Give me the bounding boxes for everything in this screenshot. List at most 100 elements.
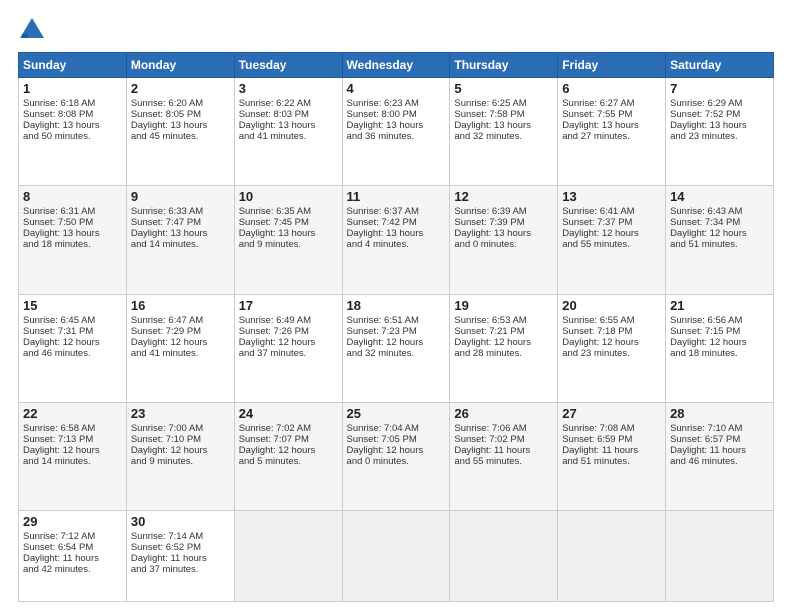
- calendar-cell: 26Sunrise: 7:06 AMSunset: 7:02 PMDayligh…: [450, 402, 558, 510]
- cell-info-line: and 55 minutes.: [562, 239, 661, 250]
- cell-info-line: Sunset: 8:08 PM: [23, 109, 122, 120]
- day-number: 2: [131, 81, 230, 96]
- cell-info-line: Daylight: 12 hours: [347, 337, 446, 348]
- weekday-header: Wednesday: [342, 53, 450, 78]
- cell-info-line: Daylight: 12 hours: [670, 228, 769, 239]
- calendar-table: SundayMondayTuesdayWednesdayThursdayFrid…: [18, 52, 774, 602]
- day-number: 27: [562, 406, 661, 421]
- cell-info-line: Sunrise: 6:39 AM: [454, 206, 553, 217]
- logo: [18, 16, 50, 44]
- weekday-header: Friday: [558, 53, 666, 78]
- cell-info-line: and 37 minutes.: [239, 348, 338, 359]
- cell-info-line: Sunrise: 7:06 AM: [454, 423, 553, 434]
- calendar-cell: 6Sunrise: 6:27 AMSunset: 7:55 PMDaylight…: [558, 78, 666, 186]
- day-number: 15: [23, 298, 122, 313]
- cell-info-line: Sunrise: 7:14 AM: [131, 531, 230, 542]
- day-number: 4: [347, 81, 446, 96]
- cell-info-line: and 37 minutes.: [131, 564, 230, 575]
- cell-info-line: Sunrise: 6:35 AM: [239, 206, 338, 217]
- cell-info-line: Sunset: 7:10 PM: [131, 434, 230, 445]
- calendar-cell: 30Sunrise: 7:14 AMSunset: 6:52 PMDayligh…: [126, 511, 234, 602]
- day-number: 14: [670, 189, 769, 204]
- cell-info-line: Sunrise: 6:43 AM: [670, 206, 769, 217]
- cell-info-line: and 23 minutes.: [670, 131, 769, 142]
- cell-info-line: and 14 minutes.: [131, 239, 230, 250]
- calendar-cell: 1Sunrise: 6:18 AMSunset: 8:08 PMDaylight…: [19, 78, 127, 186]
- calendar-cell: [342, 511, 450, 602]
- cell-info-line: Daylight: 13 hours: [239, 228, 338, 239]
- cell-info-line: Daylight: 13 hours: [454, 120, 553, 131]
- cell-info-line: and 23 minutes.: [562, 348, 661, 359]
- day-number: 18: [347, 298, 446, 313]
- day-number: 1: [23, 81, 122, 96]
- cell-info-line: Sunset: 8:03 PM: [239, 109, 338, 120]
- day-number: 30: [131, 514, 230, 529]
- day-number: 11: [347, 189, 446, 204]
- cell-info-line: Sunset: 7:18 PM: [562, 326, 661, 337]
- day-number: 29: [23, 514, 122, 529]
- day-number: 8: [23, 189, 122, 204]
- cell-info-line: Daylight: 12 hours: [562, 228, 661, 239]
- weekday-header: Saturday: [666, 53, 774, 78]
- cell-info-line: Daylight: 13 hours: [670, 120, 769, 131]
- cell-info-line: Daylight: 12 hours: [23, 445, 122, 456]
- cell-info-line: Daylight: 12 hours: [562, 337, 661, 348]
- calendar-cell: 28Sunrise: 7:10 AMSunset: 6:57 PMDayligh…: [666, 402, 774, 510]
- cell-info-line: Sunset: 6:59 PM: [562, 434, 661, 445]
- cell-info-line: Sunrise: 6:22 AM: [239, 98, 338, 109]
- calendar-cell: 21Sunrise: 6:56 AMSunset: 7:15 PMDayligh…: [666, 294, 774, 402]
- calendar-cell: 19Sunrise: 6:53 AMSunset: 7:21 PMDayligh…: [450, 294, 558, 402]
- logo-icon: [18, 16, 46, 44]
- day-number: 26: [454, 406, 553, 421]
- cell-info-line: Sunset: 6:57 PM: [670, 434, 769, 445]
- cell-info-line: and 28 minutes.: [454, 348, 553, 359]
- cell-info-line: Daylight: 12 hours: [347, 445, 446, 456]
- cell-info-line: and 4 minutes.: [347, 239, 446, 250]
- cell-info-line: Sunset: 7:50 PM: [23, 217, 122, 228]
- weekday-header: Sunday: [19, 53, 127, 78]
- cell-info-line: Daylight: 13 hours: [454, 228, 553, 239]
- cell-info-line: Sunset: 7:42 PM: [347, 217, 446, 228]
- weekday-header: Monday: [126, 53, 234, 78]
- cell-info-line: Daylight: 12 hours: [23, 337, 122, 348]
- calendar-cell: 15Sunrise: 6:45 AMSunset: 7:31 PMDayligh…: [19, 294, 127, 402]
- day-number: 3: [239, 81, 338, 96]
- cell-info-line: Sunset: 7:37 PM: [562, 217, 661, 228]
- cell-info-line: and 5 minutes.: [239, 456, 338, 467]
- calendar-cell: [450, 511, 558, 602]
- cell-info-line: Sunset: 8:00 PM: [347, 109, 446, 120]
- day-number: 12: [454, 189, 553, 204]
- header: [18, 16, 774, 44]
- cell-info-line: Sunrise: 7:00 AM: [131, 423, 230, 434]
- cell-info-line: Sunrise: 6:18 AM: [23, 98, 122, 109]
- day-number: 22: [23, 406, 122, 421]
- calendar-cell: 20Sunrise: 6:55 AMSunset: 7:18 PMDayligh…: [558, 294, 666, 402]
- day-number: 23: [131, 406, 230, 421]
- cell-info-line: and 27 minutes.: [562, 131, 661, 142]
- weekday-header: Thursday: [450, 53, 558, 78]
- day-number: 28: [670, 406, 769, 421]
- weekday-header: Tuesday: [234, 53, 342, 78]
- cell-info-line: and 45 minutes.: [131, 131, 230, 142]
- calendar-cell: 4Sunrise: 6:23 AMSunset: 8:00 PMDaylight…: [342, 78, 450, 186]
- cell-info-line: Daylight: 13 hours: [347, 120, 446, 131]
- cell-info-line: Daylight: 11 hours: [670, 445, 769, 456]
- calendar-cell: 3 Sunrise: 6:22 AMSunset: 8:03 PMDaylight…: [234, 78, 342, 186]
- calendar-cell: 13Sunrise: 6:41 AMSunset: 7:37 PMDayligh…: [558, 186, 666, 294]
- calendar-cell: 14Sunrise: 6:43 AMSunset: 7:34 PMDayligh…: [666, 186, 774, 294]
- calendar-cell: [666, 511, 774, 602]
- cell-info-line: and 50 minutes.: [23, 131, 122, 142]
- cell-info-line: Sunrise: 6:49 AM: [239, 315, 338, 326]
- cell-info-line: Daylight: 13 hours: [23, 228, 122, 239]
- cell-info-line: Daylight: 13 hours: [131, 120, 230, 131]
- cell-info-line: Sunrise: 6:33 AM: [131, 206, 230, 217]
- cell-info-line: and 9 minutes.: [239, 239, 338, 250]
- cell-info-line: Daylight: 11 hours: [23, 553, 122, 564]
- cell-info-line: and 9 minutes.: [131, 456, 230, 467]
- calendar-cell: 10Sunrise: 6:35 AMSunset: 7:45 PMDayligh…: [234, 186, 342, 294]
- cell-info-line: Daylight: 13 hours: [239, 120, 338, 131]
- cell-info-line: Sunrise: 6:20 AM: [131, 98, 230, 109]
- cell-info-line: Daylight: 12 hours: [131, 337, 230, 348]
- cell-info-line: Sunset: 7:47 PM: [131, 217, 230, 228]
- cell-info-line: Sunrise: 6:53 AM: [454, 315, 553, 326]
